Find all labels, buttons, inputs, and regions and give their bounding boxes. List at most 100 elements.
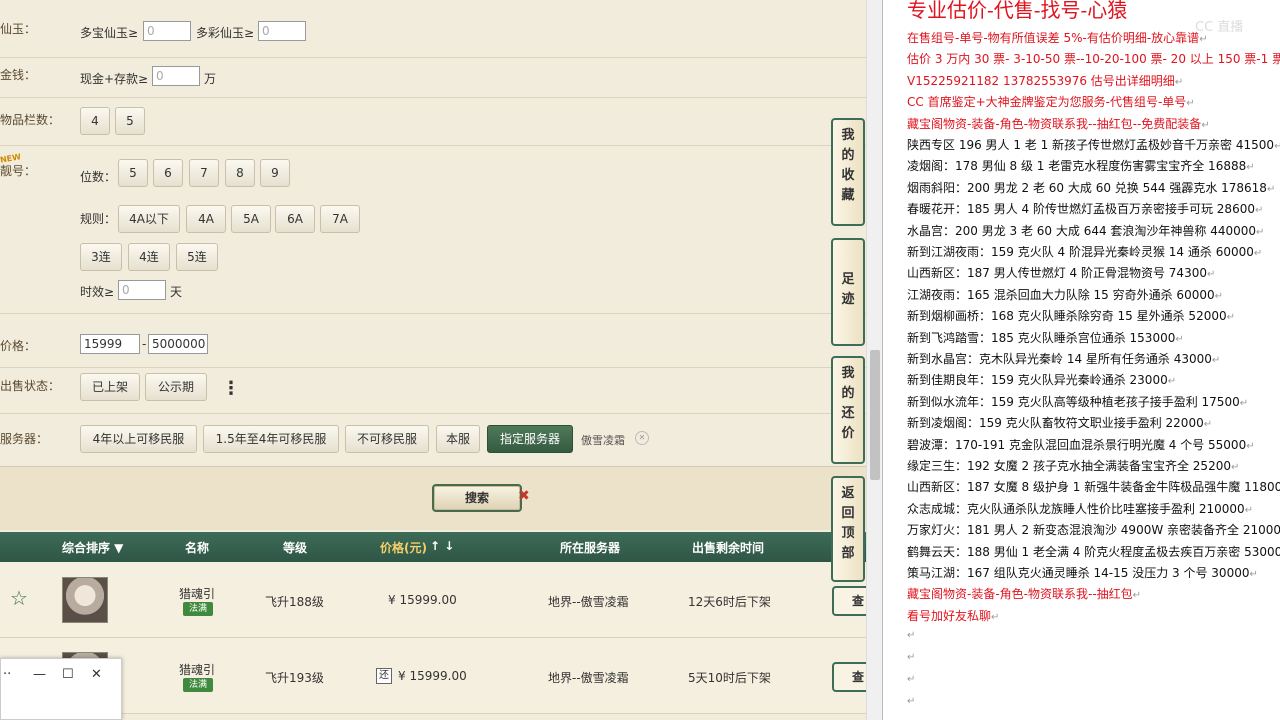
sequence-option-3[interactable]: 3连 [80,243,122,271]
side-tab-bargain[interactable]: 我的还价 [831,356,865,464]
clear-server-icon[interactable]: ✕ [635,431,649,445]
side-tab-history[interactable]: 足迹 [831,238,865,346]
note-line-text: 凌烟阁：178 男仙 8 级 1 老雷克水程度伤害雾宝宝齐全 16888 [907,159,1247,174]
slots-option-4[interactable]: 4 [80,107,110,135]
note-line: 缘定三生：192 女魔 2 孩子克水抽全满装备宝宝齐全 25200↵ [907,458,1239,476]
note-line-text: 新到似水流年：159 克火队高等级种植老孩子接手盈利 17500 [907,394,1240,409]
price-min-input[interactable]: 15999 [80,334,140,354]
note-line-text: 在售组号-单号-物有所值误差 5%-有估价明细-放心靠谱 [907,31,1200,45]
paragraph-mark-icon: ↵ [1256,226,1265,238]
maximize-button[interactable]: ☐ [62,667,74,682]
more-options-icon[interactable]: ⋮ [222,378,240,399]
scrollbar-thumb[interactable] [870,350,880,480]
role-name: 猎魂引 [179,663,216,677]
search-button[interactable]: 搜索 [432,484,522,512]
status-option-listed[interactable]: 已上架 [80,373,140,401]
rule-option-6a[interactable]: 6A [275,205,315,233]
side-tab-favorites[interactable]: 我的收藏 [831,118,865,226]
note-line: 新到似水流年：159 克火队高等级种植老孩子接手盈利 17500↵ [907,394,1248,412]
note-line: 凌烟阁：178 男仙 8 级 1 老雷克水程度伤害雾宝宝齐全 16888↵ [907,158,1255,176]
server-option-migrate-1-5y[interactable]: 1.5年至4年可移民服 [203,425,339,453]
note-line: V15225921182 13782553976 估号出详细明细↵ [907,73,1183,91]
server-option-migrate-4y[interactable]: 4年以上可移民服 [80,425,197,453]
header-server: 所在服务器 [560,541,621,555]
validity-unit: 天 [170,285,183,299]
pretty-id-label: 靓号： [0,164,37,178]
rule-option-below-4a[interactable]: 4A以下 [118,205,180,233]
price-sort-arrows-icon[interactable]: ↑ ↓ [430,539,454,553]
note-line: 新到佳期良年：159 克火队异光秦岭通杀 23000↵ [907,372,1176,390]
paragraph-mark-icon: ↵ [1266,183,1276,195]
server-label: 服务器： [0,432,49,446]
page-scrollbar[interactable] [866,0,882,720]
close-button[interactable]: ✕ [91,667,102,682]
note-line-text: CC 首席鉴定+大神金牌鉴定为您服务-代售组号-单号 [907,95,1187,110]
cash-input[interactable]: 0 [152,66,200,86]
multi-jade-input[interactable]: 0 [143,21,191,41]
digits-option-8[interactable]: 8 [225,159,255,187]
server-option-this-server[interactable]: 本服 [436,425,480,453]
rule-option-5a[interactable]: 5A [231,205,271,233]
server-option-specified[interactable]: 指定服务器 [487,425,573,453]
window-menu-icon[interactable]: ·· [3,667,11,682]
filter-row-gold: 金钱： 现金+存款≥ 0 万 [0,58,866,98]
server-option-no-migrate[interactable]: 不可移民服 [345,425,429,453]
sequence-option-5[interactable]: 5连 [176,243,218,271]
note-line: 水晶宫：200 男龙 3 老 60 大成 644 套浪淘沙年神兽称 440000… [907,223,1264,241]
header-name: 名称 [185,541,210,555]
selected-server: 傲雪凌霜 [581,434,625,447]
validity-input[interactable]: 0 [118,280,166,300]
filter-row-slots: 物品栏数： 4 5 [0,98,866,146]
paragraph-mark-icon: ↵ [1201,119,1210,131]
digits-option-7[interactable]: 7 [189,159,219,187]
note-line-text: 众志成城：克火队通杀队龙族睡人性价比哇塞接手盈利 210000 [907,501,1245,516]
price-max-input[interactable]: 5000000 [148,334,208,354]
paragraph-mark-icon: ↵ [1244,504,1254,516]
paragraph-mark-icon: ↵ [1203,419,1213,431]
side-tab-back-to-top[interactable]: 返回顶部 [831,476,865,582]
bargain-icon: 还 [376,668,392,684]
paragraph-mark-icon: ↵ [1249,569,1258,580]
mini-window: ·· — ☐ ✕ [0,658,122,720]
note-line: 烟雨斜阳：200 男龙 2 老 60 大成 60 兑换 544 强霹克水 178… [907,180,1275,198]
note-line: 策马江湖：167 组队克火通灵睡杀 14-15 没压力 3 个号 30000↵ [907,565,1258,583]
rule-option-7a[interactable]: 7A [320,205,360,233]
digits-option-9[interactable]: 9 [260,159,290,187]
header-price[interactable]: 价格(元) [380,539,427,556]
note-line-text: 新到烟柳画桥：168 克火队睡杀除穷奇 15 星外通杀 52000 [907,309,1227,324]
role-price: ¥ 15999.00 [388,593,457,607]
rule-option-4a[interactable]: 4A [186,205,226,233]
price-label: 价格： [0,339,37,353]
note-line: 新到水晶宫：克木队异光秦岭 14 星所有任务通杀 43000↵ [907,351,1220,369]
note-line: 碧波潭：170-191 克金队混回血混杀景行明光魔 4 个号 55000↵ [907,437,1255,455]
role-time-left: 12天6时后下架 [688,595,771,609]
color-jade-input[interactable]: 0 [258,21,306,41]
view-button[interactable]: 查 [832,662,866,692]
status-option-public[interactable]: 公示期 [145,373,207,401]
view-button[interactable]: 查 [832,586,866,616]
slots-option-5[interactable]: 5 [115,107,145,135]
sequence-option-4[interactable]: 4连 [128,243,170,271]
search-close-icon[interactable]: ✖ [518,488,530,504]
note-line: CC 首席鉴定+大神金牌鉴定为您服务-代售组号-单号↵ [907,94,1195,112]
digits-option-5[interactable]: 5 [118,159,148,187]
note-line: 估价 3 万内 30 票- 3-10-50 票--10-20-100 票- 20… [907,51,1280,69]
minimize-button[interactable]: — [33,667,46,682]
side-tab-favorites-label: 我的收藏 [841,128,855,203]
school-tag: 法满 [183,602,213,616]
note-line-text: 烟雨斜阳：200 男龙 2 老 60 大成 60 兑换 544 强霹克水 178… [907,180,1267,195]
sort-dropdown[interactable]: 综合排序 ▼ [62,539,123,556]
paragraph-mark-icon: ↵ [1239,397,1249,409]
side-tab-back-to-top-label: 返回顶部 [841,486,855,561]
note-line-text: 策马江湖：167 组队克火通灵睡杀 14-15 没压力 3 个号 30000 [907,566,1250,580]
digits-option-6[interactable]: 6 [153,159,183,187]
role-server: 地界--傲雪凌霜 [548,595,629,609]
table-row[interactable]: ☆ 猎魂引 法满 飞升188级 ¥ 15999.00 地界--傲雪凌霜 12天6… [0,562,866,638]
table-row[interactable]: ☆ 猎魂引 法满 飞升193级 还 ¥ 15999.00 地界--傲雪凌霜 5天… [0,638,866,714]
note-line-text: 藏宝阁物资-装备-角色-物资联系我--抽红包--免费配装备 [907,116,1202,131]
star-icon[interactable]: ☆ [10,586,28,610]
paragraph-mark-icon: ↵ [1174,76,1184,88]
cash-label: 现金+存款≥ [80,72,149,86]
paragraph-mark-icon: ↵ [1254,205,1264,217]
paragraph-mark-icon: ↵ [1132,590,1142,602]
